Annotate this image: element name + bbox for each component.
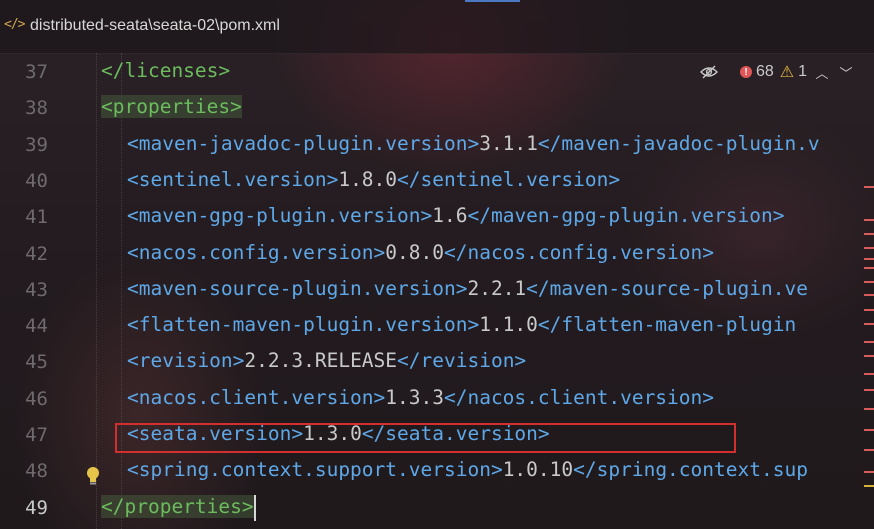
line-number: 43 xyxy=(25,279,48,301)
xml-value: 1.0.10 xyxy=(502,458,574,481)
xml-value: 2.2.3.RELEASE xyxy=(244,349,398,372)
xml-value: 1.1.0 xyxy=(479,313,538,336)
error-mark[interactable] xyxy=(864,267,874,269)
highlight-box xyxy=(115,423,736,453)
line-number: 41 xyxy=(25,206,48,228)
xml-close-tag: </nacos.config.version> xyxy=(443,241,715,264)
line-number: 48 xyxy=(25,460,48,482)
error-mark[interactable] xyxy=(864,355,874,357)
code-line[interactable]: <revision>2.2.3.RELEASE</revision> xyxy=(127,343,526,379)
error-mark[interactable] xyxy=(864,323,874,325)
inspection-widget[interactable]: ! 68 ⚠ 1 ︿ ﹀ xyxy=(700,62,855,82)
error-mark[interactable] xyxy=(864,449,874,451)
xml-tag: </licenses> xyxy=(101,59,231,82)
line-number: 38 xyxy=(25,97,48,119)
error-mark[interactable] xyxy=(864,233,874,235)
xml-close-tag: </maven-source-plugin.ve xyxy=(526,277,808,300)
code-line[interactable]: </licenses> xyxy=(101,53,230,89)
error-mark[interactable] xyxy=(864,341,874,343)
error-mark[interactable] xyxy=(864,429,874,431)
error-mark[interactable] xyxy=(864,408,874,410)
xml-open-tag: <nacos.config.version> xyxy=(127,241,386,264)
lightbulb-icon[interactable] xyxy=(85,466,101,486)
line-number-gutter: 37 38 39 40 41 42 43 44 45 46 47 48 49 xyxy=(0,53,72,529)
xml-value: 2.2.1 xyxy=(467,277,527,300)
warning-mark[interactable] xyxy=(864,485,874,487)
code-line[interactable]: <nacos.config.version>0.8.0</nacos.confi… xyxy=(127,235,714,271)
warning-count-label: 1 xyxy=(798,63,808,80)
line-number: 44 xyxy=(25,315,48,337)
error-mark[interactable] xyxy=(864,373,874,375)
xml-open-tag: <maven-gpg-plugin.version> xyxy=(127,204,433,227)
code-line[interactable]: <sentinel.version>1.8.0</sentinel.versio… xyxy=(127,162,620,198)
xml-open-tag: <revision> xyxy=(127,349,245,372)
xml-value: 3.1.1 xyxy=(479,132,538,155)
tab-accent xyxy=(465,0,520,2)
error-mark[interactable] xyxy=(864,247,874,249)
xml-file-icon: </> xyxy=(4,17,26,32)
xml-open-tag: <maven-source-plugin.version> xyxy=(127,277,468,300)
xml-open-tag: <spring.context.support.version> xyxy=(127,458,503,481)
line-number: 45 xyxy=(25,351,48,373)
line-number: 40 xyxy=(25,170,48,192)
error-mark[interactable] xyxy=(864,219,874,221)
code-line[interactable]: <maven-javadoc-plugin.version>3.1.1</mav… xyxy=(127,126,820,162)
xml-close-tag: </flatten-maven-plugin xyxy=(537,313,797,336)
xml-close-tag: </nacos.client.version> xyxy=(443,386,715,409)
error-mark[interactable] xyxy=(864,186,874,188)
code-line[interactable]: <properties> xyxy=(101,89,242,125)
error-stripe[interactable] xyxy=(858,53,874,529)
error-mark[interactable] xyxy=(864,294,874,296)
chevron-down-icon[interactable]: ﹀ xyxy=(837,63,855,82)
chevron-up-icon[interactable]: ︿ xyxy=(813,63,831,82)
xml-close-tag: </spring.context.sup xyxy=(573,458,808,481)
xml-value: 0.8.0 xyxy=(385,241,444,264)
xml-close-tag: </revision> xyxy=(397,349,527,372)
code-line[interactable]: <maven-source-plugin.version>2.2.1</mave… xyxy=(127,271,808,307)
eye-off-icon[interactable] xyxy=(700,65,718,79)
xml-tag: <properties> xyxy=(101,95,242,118)
line-number: 39 xyxy=(25,134,48,156)
xml-value: 1.3.3 xyxy=(385,386,444,409)
warning-icon: ⚠ xyxy=(779,64,795,81)
code-line[interactable]: <spring.context.support.version>1.0.10</… xyxy=(127,452,808,488)
error-count-label: 68 xyxy=(756,63,774,80)
xml-close-tag: </sentinel.version> xyxy=(397,168,621,191)
xml-open-tag: <maven-javadoc-plugin.version> xyxy=(127,132,480,155)
text-caret xyxy=(253,494,256,521)
error-mark[interactable] xyxy=(864,309,874,311)
line-number: 37 xyxy=(25,61,48,83)
xml-tag: </properties> xyxy=(101,495,254,518)
xml-open-tag: <sentinel.version> xyxy=(127,168,339,191)
xml-value: 1.8.0 xyxy=(338,168,398,191)
file-breadcrumb[interactable]: distributed-seata\seata-02\pom.xml xyxy=(30,17,280,35)
indent-guide xyxy=(96,53,97,529)
line-number: 47 xyxy=(25,424,48,446)
code-line[interactable]: <maven-gpg-plugin.version>1.6</maven-gpg… xyxy=(127,198,784,234)
code-line[interactable]: <flatten-maven-plugin.version>1.1.0</fla… xyxy=(127,307,796,343)
error-mark[interactable] xyxy=(864,281,874,283)
line-number: 46 xyxy=(25,388,48,410)
xml-close-tag: </maven-javadoc-plugin.v xyxy=(537,132,820,155)
line-number: 42 xyxy=(25,243,48,265)
code-line[interactable]: </properties> xyxy=(101,489,256,525)
warning-count[interactable]: ⚠ 1 xyxy=(780,62,807,82)
editor-tab-bar: </> distributed-seata\seata-02\pom.xml xyxy=(0,0,874,54)
error-mark[interactable] xyxy=(864,258,874,260)
xml-close-tag: </maven-gpg-plugin.version> xyxy=(467,204,785,227)
line-number: 49 xyxy=(25,497,48,519)
xml-value: 1.6 xyxy=(432,204,468,227)
error-mark[interactable] xyxy=(864,389,874,391)
code-line[interactable]: <nacos.client.version>1.3.3</nacos.clien… xyxy=(127,380,714,416)
error-mark[interactable] xyxy=(864,471,874,473)
xml-open-tag: <flatten-maven-plugin.version> xyxy=(127,313,480,336)
xml-open-tag: <nacos.client.version> xyxy=(127,386,386,409)
error-icon: ! xyxy=(740,66,752,78)
error-count[interactable]: ! 68 xyxy=(740,63,774,81)
